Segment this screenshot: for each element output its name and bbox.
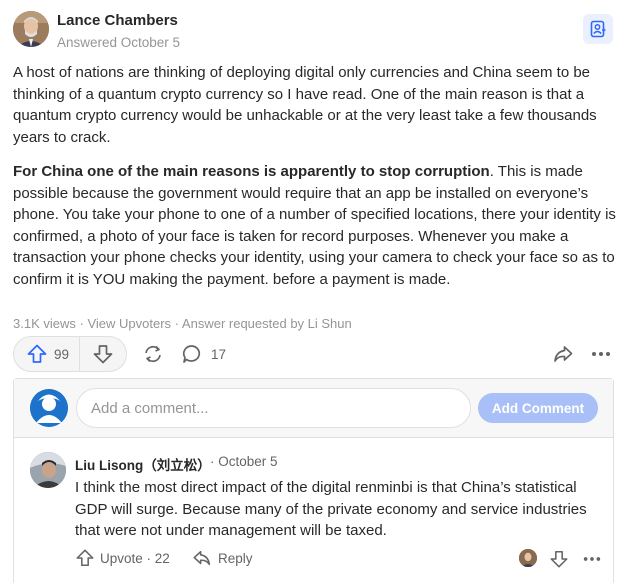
comment-author[interactable]: Liu Lisong（刘立松）	[75, 454, 211, 474]
view-count: 3.1K views	[13, 316, 76, 331]
comments-panel: Add Comment Liu Lisong（刘立松） · October 5 …	[13, 378, 614, 583]
answer-action-bar: 99 17	[13, 336, 616, 372]
comment-input[interactable]	[76, 388, 471, 428]
answer-header: Lance Chambers Answered October 5	[13, 10, 613, 54]
vote-pill: 99	[13, 336, 127, 372]
meta-separator: ·	[174, 316, 180, 331]
comment-composer: Add Comment	[14, 379, 613, 437]
author-upvote-avatar	[519, 549, 537, 567]
comment-reply-label: Reply	[218, 550, 253, 566]
reply-arrow-icon	[193, 550, 211, 566]
answer-paragraph: A host of nations are thinking of deploy…	[13, 64, 597, 146]
answer-paragraph-text: . This is made possible because the gove…	[13, 163, 616, 288]
forward-share-icon	[554, 346, 573, 362]
comment-count: 17	[211, 346, 227, 362]
comment-more-button[interactable]	[581, 548, 603, 570]
comment-downvote-button[interactable]	[548, 548, 570, 570]
comment-button[interactable]: 17	[181, 342, 226, 366]
ellipsis-icon	[583, 557, 601, 561]
upvote-count: 99	[54, 346, 70, 362]
answer-bold-text: For China one of the main reasons is app…	[13, 163, 490, 180]
author-name[interactable]: Lance Chambers	[57, 12, 178, 29]
answered-date[interactable]: Answered October 5	[57, 35, 180, 50]
arrow-up-icon	[76, 549, 94, 567]
ellipsis-icon	[592, 352, 610, 356]
downvote-button[interactable]	[80, 337, 126, 371]
comment-item: Liu Lisong（刘立松） · October 5 I think the …	[14, 437, 613, 583]
reshare-button[interactable]	[141, 342, 165, 366]
arrow-up-icon	[27, 344, 47, 363]
arrow-down-icon	[550, 550, 568, 568]
comment-date[interactable]: · October 5	[210, 454, 278, 469]
comment-upvote-label: Upvote · 22	[100, 550, 170, 566]
current-user-avatar[interactable]	[30, 389, 68, 427]
add-comment-button[interactable]: Add Comment	[478, 393, 598, 423]
bookmark-user-icon	[590, 20, 606, 38]
share-button[interactable]	[551, 342, 575, 366]
comment-text: I think the most direct impact of the di…	[75, 479, 587, 539]
view-upvoters-link[interactable]: View Upvoters	[87, 316, 171, 331]
answer-meta: 3.1K views · View Upvoters · Answer requ…	[13, 316, 352, 331]
comment-upvote-button[interactable]: Upvote · 22	[75, 548, 170, 568]
speech-bubble-icon	[182, 345, 201, 363]
answer-request-link[interactable]: Answer requested by Li Shun	[182, 316, 352, 331]
answer-paragraph: For China one of the main reasons is app…	[13, 161, 616, 290]
comment-actions: Upvote · 22 Reply	[75, 548, 605, 570]
reshare-icon	[145, 345, 161, 363]
upvote-button[interactable]: 99	[14, 337, 81, 371]
author-avatar[interactable]	[13, 11, 49, 47]
meta-separator: ·	[79, 316, 84, 331]
commenter-avatar[interactable]	[30, 452, 66, 488]
save-button[interactable]	[583, 14, 613, 44]
more-options-button[interactable]	[589, 342, 613, 366]
arrow-down-icon	[93, 345, 113, 364]
answer-body: A host of nations are thinking of deploy…	[13, 62, 616, 303]
comment-reply-button[interactable]: Reply	[192, 548, 253, 568]
